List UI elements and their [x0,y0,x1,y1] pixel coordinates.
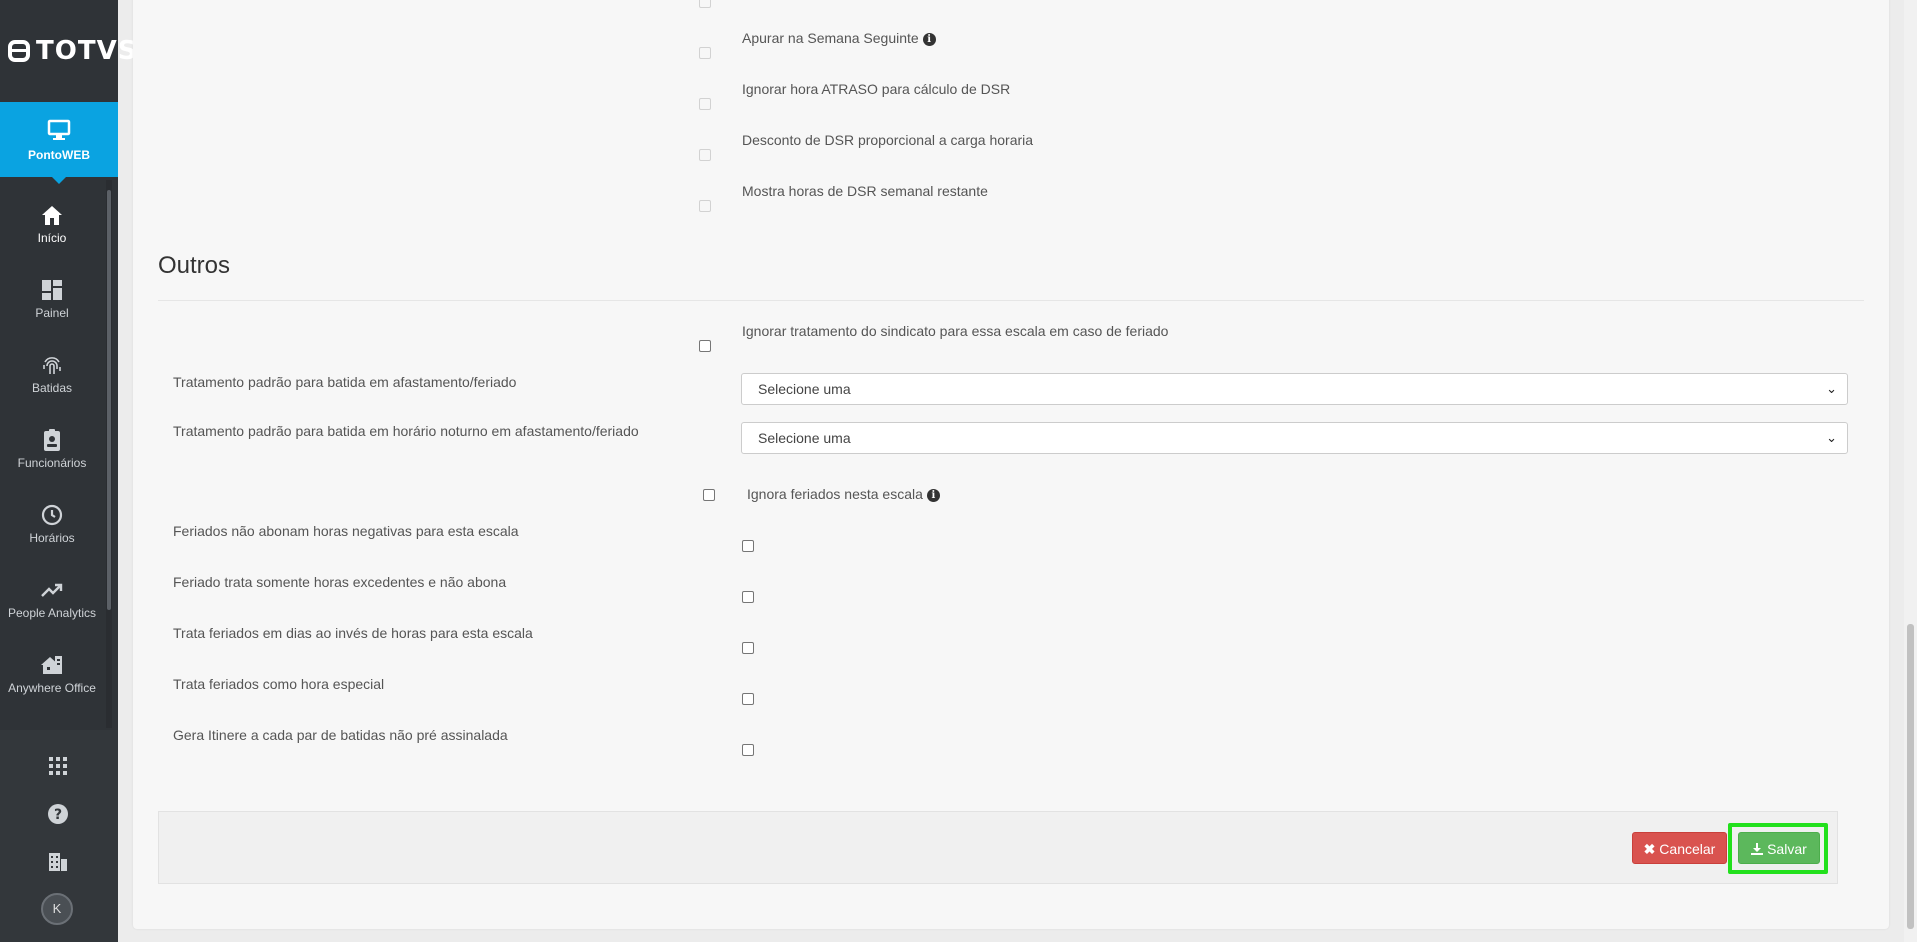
sidebar-item-label: Anywhere Office [8,681,96,695]
sidebar-item-funcionarios[interactable]: Funcionários [0,418,104,488]
select-noturno-label: Tratamento padrão para batida em horário… [173,423,639,439]
trend-icon [41,583,63,597]
monitor-icon [47,119,71,140]
feriado-horas-excedentes-label: Feriado trata somente horas excedentes e… [173,574,507,590]
clock-icon [41,504,63,526]
form-actions-bar [158,811,1838,884]
ignora-feriados-label: Ignora feriados nesta escala i [747,486,940,502]
sidebar-item-batidas[interactable]: Batidas [0,343,104,413]
ignora-feriados-checkbox[interactable] [703,489,715,501]
feriados-horas-negativas-checkbox[interactable] [742,540,754,552]
mostra-dsr-label: Mostra horas de DSR semanal restante [742,183,988,199]
id-badge-icon [44,429,60,451]
select-afastamento-label: Tratamento padrão para batida em afastam… [173,374,517,390]
user-avatar[interactable]: K [41,893,73,925]
brand-name: TOTVS [36,36,138,66]
cancel-label: Cancelar [1659,841,1716,857]
sidebar-item-inicio[interactable]: Início [0,193,104,263]
feriados-em-dias-checkbox[interactable] [742,642,754,654]
app-pontoweb[interactable]: PontoWEB [0,102,118,177]
totvs-logo[interactable]: TOTVS [8,36,137,66]
help-icon[interactable]: ? [46,802,70,826]
svg-text:?: ? [54,807,62,823]
info-icon[interactable]: i [922,32,936,46]
sidebar-item-label: People Analytics [7,606,97,620]
gera-itinere-label: Gera Itinere a cada par de batidas não p… [173,727,508,743]
download-icon [1751,843,1764,855]
totvs-logo-icon [8,40,30,62]
dsr-option-checkbox[interactable] [699,0,711,8]
close-icon: ✖ [1643,841,1656,857]
active-indicator [52,177,66,184]
info-icon[interactable]: i [926,488,940,502]
feriados-hora-especial-label: Trata feriados como hora especial [173,676,385,692]
mostra-dsr-checkbox[interactable] [699,200,711,212]
section-divider [158,300,1864,301]
sidebar-item-label: Painel [35,306,69,320]
sidebar-item-painel[interactable]: Painel [0,268,104,338]
sidebar-item-label: Funcionários [17,456,87,470]
feriado-horas-excedentes-checkbox[interactable] [742,591,754,603]
gera-itinere-checkbox[interactable] [742,744,754,756]
sidebar-item-label: Início [37,231,67,245]
page-scrollbar[interactable] [1907,624,1914,929]
sidebar-item-horarios[interactable]: Horários [0,493,104,563]
tratamento-noturno-select[interactable]: Selecione uma ⌄ [741,422,1848,454]
save-button[interactable]: Salvar [1738,832,1820,864]
fingerprint-icon [43,357,61,374]
ignorar-sindicato-label: Ignorar tratamento do sindicato para ess… [742,323,1169,339]
select-value: Selecione uma [758,430,851,446]
app-pontoweb-label: PontoWEB [28,148,90,162]
save-label: Salvar [1767,841,1807,857]
sidebar-item-anywhere-office[interactable]: Anywhere Office [0,643,104,713]
sidebar-item-label: Horários [29,531,75,545]
sidebar-scrollbar[interactable] [107,190,111,610]
sidebar-item-label: Batidas [31,381,73,395]
sidebar-item-people-analytics[interactable]: People Analytics [0,568,104,638]
desconto-dsr-checkbox[interactable] [699,149,711,161]
building-icon[interactable] [46,850,70,874]
select-value: Selecione uma [758,381,851,397]
cancel-button[interactable]: ✖ Cancelar [1632,832,1727,864]
feriados-hora-especial-checkbox[interactable] [742,693,754,705]
ignorar-sindicato-checkbox[interactable] [699,340,711,352]
ignorar-atraso-dsr-label: Ignorar hora ATRASO para cálculo de DSR [742,81,1011,97]
desconto-dsr-label: Desconto de DSR proporcional a carga hor… [742,132,1034,148]
home-office-icon [41,656,62,674]
apurar-semana-seguinte-checkbox[interactable] [699,47,711,59]
chevron-down-icon: ⌄ [1826,381,1837,396]
feriados-horas-negativas-label: Feriados não abonam horas negativas para… [173,523,519,539]
apps-grid-icon[interactable] [46,754,70,778]
section-title-outros: Outros [158,252,231,279]
tratamento-afastamento-select[interactable]: Selecione uma ⌄ [741,373,1848,405]
dashboard-icon [42,280,62,300]
home-icon [42,206,62,225]
ignorar-atraso-dsr-checkbox[interactable] [699,98,711,110]
sidebar: TOTVS PontoWEB Início Painel Batidas Fun… [0,0,136,942]
feriados-em-dias-label: Trata feriados em dias ao invés de horas… [173,625,533,641]
apurar-semana-seguinte-label: Apurar na Semana Seguinte i [742,30,936,46]
chevron-down-icon: ⌄ [1826,430,1837,445]
